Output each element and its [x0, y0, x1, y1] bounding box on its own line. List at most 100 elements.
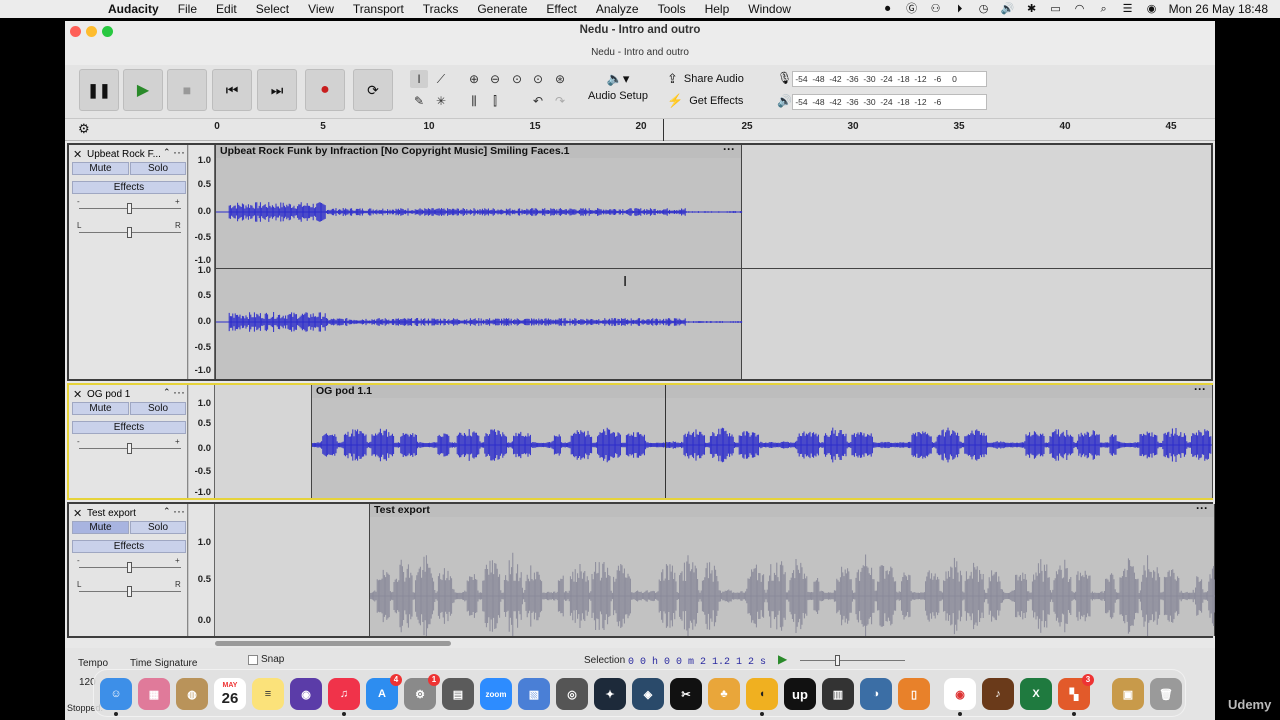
effects-button[interactable]: Effects — [72, 181, 186, 194]
app-store-icon[interactable]: A4 — [366, 674, 402, 710]
control-center-icon[interactable]: ☰ — [1121, 3, 1135, 15]
app-status-icon[interactable]: ⚇ — [929, 3, 943, 15]
menu-analyze[interactable]: Analyze — [596, 2, 639, 16]
close-track-icon[interactable]: ✕ — [73, 507, 82, 520]
menu-edit[interactable]: Edit — [216, 2, 237, 16]
amplitude-scale[interactable]: 1.0 0.5 0.0 -0.5 -1.0 1.0 0.5 0.0 -0.5 -1.0 — [189, 145, 215, 379]
zoom-toggle-button[interactable]: ⊛ — [551, 70, 569, 88]
garageband-icon[interactable]: ♪ — [982, 678, 1014, 710]
upwork-icon[interactable]: up — [784, 678, 816, 710]
collapse-icon[interactable]: ⌃ — [163, 387, 171, 398]
gain-slider[interactable] — [79, 562, 181, 573]
play-button[interactable]: ▶ — [123, 69, 163, 111]
playback-meter[interactable]: -54 -48 -42 -36 -30 -24 -18 -12 -6 — [792, 94, 987, 110]
zoom-in-button[interactable]: ⊕ — [465, 70, 483, 88]
gain-slider[interactable] — [79, 203, 181, 214]
amplitude-scale[interactable]: 1.0 0.5 0.0 -0.5 -1.0 — [189, 385, 215, 498]
effects-button[interactable]: Effects — [72, 421, 186, 434]
audio-setup-button[interactable]: 🔈▾ Audio Setup — [585, 69, 651, 113]
collapse-icon[interactable]: ⌃ — [163, 147, 171, 158]
menu-view[interactable]: View — [308, 2, 334, 16]
get-effects-button[interactable]: ⚡ Get Effects — [667, 92, 743, 110]
davinci-resolve-icon[interactable]: ✦ — [594, 678, 626, 710]
clock[interactable]: Mon 26 May 18:48 — [1169, 2, 1268, 16]
audacity-dock-icon[interactable]: ◖ — [746, 678, 778, 716]
notes-icon[interactable]: ≡ — [252, 678, 284, 710]
effects-button[interactable]: Effects — [72, 540, 186, 553]
menu-select[interactable]: Select — [256, 2, 289, 16]
redo-button[interactable]: ↷ — [551, 92, 569, 110]
skip-to-end-button[interactable]: ⏭ — [257, 69, 297, 111]
timeline-ruler[interactable]: ⚙ 0 5 10 15 20 25 30 35 40 45 — [65, 119, 1215, 141]
music-icon[interactable]: ♫ — [328, 678, 360, 716]
zoom-app-icon[interactable]: zoom — [480, 678, 512, 710]
amplitude-scale[interactable]: 1.0 0.5 0.0 — [189, 504, 215, 636]
draw-tool[interactable]: ✎ — [410, 92, 428, 110]
capcut-icon[interactable]: ✂ — [670, 678, 702, 710]
calendar-icon[interactable]: MAY 26 — [214, 678, 246, 710]
track-og-pod[interactable]: ✕ OG pod 1 ⌃ ··· Mute Solo Effects - + 1… — [67, 382, 1213, 500]
close-track-icon[interactable]: ✕ — [73, 148, 82, 161]
piano-icon[interactable]: ▥ — [822, 678, 854, 710]
track-lane[interactable]: Test export ··· — [215, 501, 1215, 636]
share-audio-button[interactable]: ⇪ Share Audio — [667, 70, 744, 88]
stop-button[interactable]: ■ — [167, 69, 207, 111]
track-menu-icon[interactable]: ··· — [173, 504, 185, 518]
bluetooth-icon[interactable]: ✱ — [1025, 3, 1039, 15]
loop-button[interactable]: ⟳ — [353, 69, 393, 111]
skip-to-start-button[interactable]: ⏮ — [212, 69, 252, 111]
pan-slider[interactable] — [79, 586, 181, 597]
launchpad-icon[interactable]: ▦ — [138, 678, 170, 710]
track-lane[interactable]: OG pod 1.1 ··· — [215, 382, 1213, 498]
track-upbeat-rock[interactable]: ✕ Upbeat Rock F... ⌃ ··· Mute Solo Effec… — [67, 142, 1213, 381]
grammarly-icon[interactable]: Ⓖ — [905, 3, 919, 15]
collapse-icon[interactable]: ⌃ — [163, 506, 171, 517]
clip-title[interactable]: OG pod 1.1 — [312, 385, 1212, 398]
menu-window[interactable]: Window — [748, 2, 791, 16]
books-icon[interactable]: ▯ — [898, 678, 930, 710]
trash-icon[interactable]: 🗑 — [1150, 678, 1182, 710]
recording-meter[interactable]: -54 -48 -42 -36 -30 -24 -18 -12 -6 0 — [792, 71, 987, 87]
cocktail-icon[interactable]: ♣ — [708, 678, 740, 710]
mute-button[interactable]: Mute — [72, 402, 129, 415]
close-track-icon[interactable]: ✕ — [73, 388, 82, 401]
audio-clip[interactable]: OG pod 1.1 ··· — [311, 382, 1213, 498]
envelope-tool[interactable]: ⟋ — [432, 70, 450, 88]
browser-icon[interactable]: ◎ — [556, 678, 588, 710]
time-machine-icon[interactable]: ◷ — [977, 3, 991, 15]
solo-button[interactable]: Solo — [130, 402, 186, 415]
timeline-settings-icon[interactable]: ⚙ — [78, 121, 90, 137]
track-name[interactable]: Upbeat Rock F... — [87, 149, 161, 160]
chrome-icon[interactable]: ◉ — [944, 678, 976, 716]
zoom-out-button[interactable]: ⊖ — [486, 70, 504, 88]
solo-button[interactable]: Solo — [130, 521, 186, 534]
track-test-export[interactable]: ✕ Test export ⌃ ··· Mute Solo Effects - … — [67, 501, 1215, 638]
record-status-icon[interactable]: ⏺ — [881, 3, 895, 15]
menu-tracks[interactable]: Tracks — [423, 2, 459, 16]
horizontal-scrollbar[interactable] — [215, 641, 451, 646]
system-settings-icon[interactable]: ⚙ 1 — [404, 674, 440, 710]
battery-icon[interactable]: ▭ — [1049, 3, 1063, 15]
mute-button[interactable]: Mute — [72, 162, 129, 175]
trim-button[interactable]: ⫼ — [465, 92, 483, 110]
postgres-icon[interactable]: ◑ — [860, 678, 892, 710]
document-icon[interactable]: ▧ — [518, 678, 550, 710]
undo-button[interactable]: ↶ — [529, 92, 547, 110]
menu-generate[interactable]: Generate — [477, 2, 527, 16]
snap-checkbox[interactable] — [248, 655, 258, 665]
menu-effect[interactable]: Effect — [546, 2, 576, 16]
excel-icon[interactable]: X — [1020, 678, 1052, 710]
audio-clip[interactable]: Test export ··· — [369, 501, 1215, 636]
wifi-icon[interactable]: ◠ — [1073, 3, 1087, 15]
clip-menu-icon[interactable]: ··· — [723, 142, 735, 156]
track-name[interactable]: Test export — [87, 508, 136, 519]
selection-tool[interactable]: I — [410, 70, 428, 88]
selection-time-field[interactable]: 0 0 h 0 0 m 2 1.2 1 2 s — [628, 657, 766, 668]
menu-transport[interactable]: Transport — [353, 2, 404, 16]
microphone-icon[interactable]: 🎙 — [777, 71, 792, 85]
audio-clip[interactable]: Upbeat Rock Funk by Infraction [No Copyr… — [215, 142, 743, 379]
siri-app-icon[interactable]: ◉ — [290, 678, 322, 710]
mute-button[interactable]: Mute — [72, 521, 129, 534]
siri-icon[interactable]: ◉ — [1145, 3, 1159, 15]
apple-icon[interactable] — [80, 2, 94, 16]
